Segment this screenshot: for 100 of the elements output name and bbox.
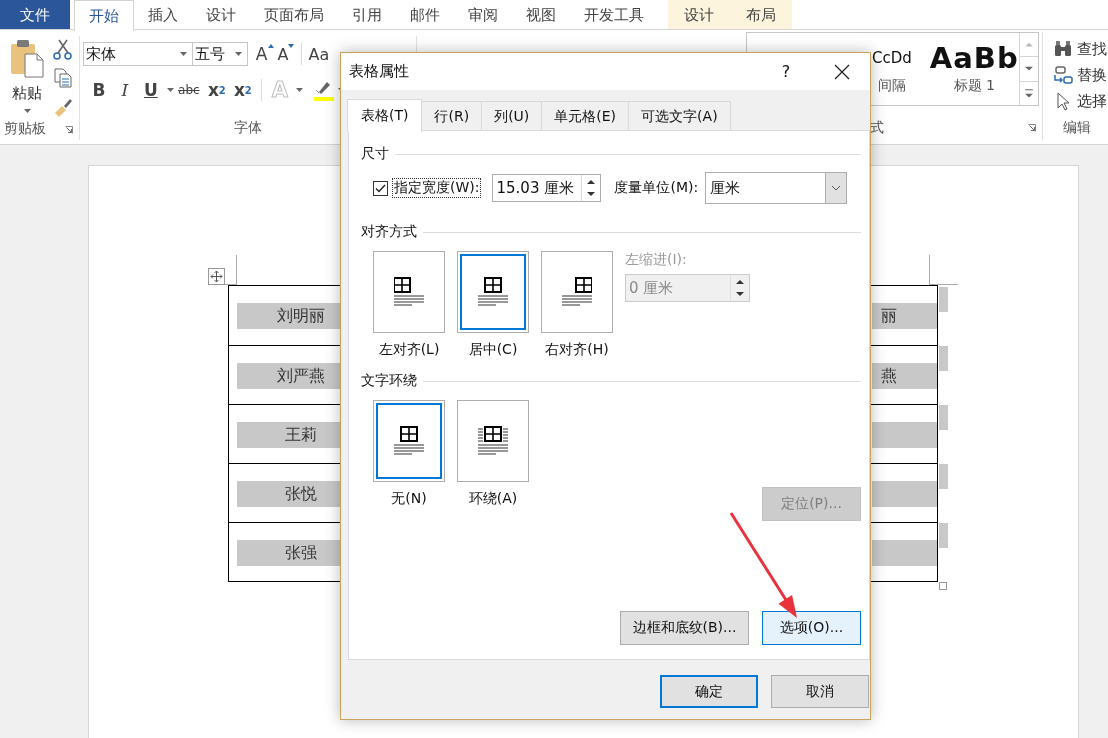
close-icon [834, 63, 850, 80]
row-end-mark [939, 464, 948, 489]
style-name: 间隔 [877, 77, 906, 95]
ribbon-tab[interactable]: 引用 [338, 0, 396, 29]
section-heading: 尺寸 [361, 145, 389, 163]
cancel-button[interactable]: 取消 [771, 675, 869, 708]
font-name-value: 宋体 [85, 44, 116, 64]
ribbon-tab[interactable]: 开始 [74, 0, 134, 31]
check-icon [375, 183, 386, 193]
launcher-icon[interactable] [1028, 124, 1037, 132]
highlight-bar [872, 540, 937, 566]
italic-button[interactable]: I [111, 78, 138, 102]
shrink-font-button[interactable]: A [275, 42, 297, 66]
highlighted-text: 燕 [872, 363, 937, 389]
group-label: 字体 [234, 119, 263, 137]
down-triangle-icon [288, 44, 295, 48]
ribbon-tab[interactable]: 邮件 [396, 0, 454, 29]
width-field[interactable]: 15.03 厘米 [492, 174, 602, 202]
highlighted-text: 丽 [872, 303, 937, 329]
option-tile[interactable] [457, 251, 529, 333]
dialog-tab[interactable]: 表格(T) [347, 99, 423, 132]
editing-button[interactable]: 替换 [1053, 64, 1108, 86]
option-label: 左对齐(L) [378, 341, 440, 359]
help-button[interactable]: ? [776, 62, 796, 81]
ribbon-tab[interactable]: 开发工具 [570, 0, 658, 29]
group-label: 式 [869, 119, 884, 137]
dialog-button[interactable]: 边框和底纹(B)... [620, 611, 749, 645]
strikethrough-button[interactable]: abc [173, 78, 204, 102]
table-layout-icon [478, 277, 508, 307]
field-label: 度量单位(M): [614, 179, 699, 197]
resize-handle-icon[interactable] [939, 582, 947, 590]
clipboard-icon [10, 38, 44, 78]
option-tile[interactable] [373, 251, 445, 333]
ok-button[interactable]: 确定 [660, 675, 758, 708]
script-button[interactable]: x$^{2}$ [229, 78, 256, 102]
unit-dropdown[interactable]: 厘米 [705, 172, 848, 204]
row-end-mark [939, 523, 948, 548]
highlighted-text: 张悦 [237, 481, 340, 507]
grow-font-label: A [255, 44, 268, 64]
section-heading: 对齐方式 [361, 223, 417, 241]
style-preview[interactable]: CcDd [871, 41, 912, 75]
font-name-field[interactable]: 宋体 [82, 42, 193, 66]
ribbon-tab[interactable]: 页面布局 [250, 0, 338, 29]
highlighted-text: 王莉 [237, 422, 340, 448]
crop-mark [929, 255, 958, 285]
font-size-field[interactable]: 五号 [191, 42, 248, 66]
table-layout-icon [394, 426, 424, 456]
launcher-icon[interactable] [64, 126, 73, 134]
option-label: 环绕(A) [468, 490, 518, 508]
dialog-title: 表格属性 [349, 62, 409, 81]
up-triangle-icon [267, 44, 274, 48]
table-layout-icon [562, 277, 592, 307]
ribbon-tab[interactable]: 视图 [512, 0, 570, 29]
dialog-button[interactable]: 选项(O)... [762, 611, 861, 645]
option-tile[interactable] [457, 400, 529, 482]
editing-button[interactable]: 查找 [1053, 38, 1108, 60]
highlight-bar [872, 422, 937, 448]
underline-button[interactable]: U [137, 78, 164, 102]
ribbon-tab[interactable]: 设计 [192, 0, 250, 29]
group-label: 编辑 [1063, 119, 1092, 137]
field-label: 左缩进(I): [625, 251, 688, 269]
option-tile[interactable] [373, 400, 445, 482]
row-end-mark [939, 287, 948, 312]
ribbon-tab[interactable]: 审阅 [454, 0, 512, 29]
table-layout-icon [394, 277, 424, 307]
bold-button[interactable]: B [85, 78, 112, 102]
highlight-bar [872, 481, 937, 507]
group-label: 剪贴板 [4, 120, 46, 138]
checkbox-label[interactable]: 指定宽度(W): [393, 179, 481, 197]
shrink-font-label: A [277, 44, 289, 64]
binoculars-icon [1053, 40, 1074, 58]
move-handle-icon[interactable] [208, 268, 225, 285]
scissors-icon[interactable] [52, 38, 74, 60]
style-name: 标题 1 [953, 77, 995, 95]
ribbon-tab[interactable]: 布局 [730, 0, 792, 29]
paste-button[interactable]: 粘贴 [2, 36, 52, 118]
highlighted-text: 刘明丽 [237, 303, 340, 329]
grow-font-button[interactable]: A [253, 42, 276, 66]
section-heading: 文字环绕 [361, 372, 417, 390]
row-end-mark [939, 346, 948, 371]
style-preview[interactable]: AaBb [929, 41, 1019, 75]
file-tab[interactable]: 文件 [0, 0, 70, 29]
wrap-around-icon [478, 426, 508, 456]
change-case-button[interactable]: Aa [307, 42, 331, 66]
highlighted-text: 刘严燕 [237, 363, 340, 389]
option-label: 右对齐(H) [545, 341, 609, 359]
dialog-tab[interactable]: 可选文字(A) [628, 101, 731, 131]
ribbon-tab[interactable]: 插入 [134, 0, 192, 29]
editing-button[interactable]: 选择 [1053, 90, 1108, 112]
chevron-down-icon [831, 185, 842, 191]
highlighted-text: 张强 [237, 540, 340, 566]
copy-icon[interactable] [52, 67, 74, 89]
option-label: 居中(C) [468, 341, 518, 359]
font-size-value: 五号 [194, 44, 225, 64]
ribbon-tab[interactable]: 设计 [668, 0, 730, 29]
checkbox[interactable] [373, 180, 388, 196]
replace-icon [1053, 65, 1074, 85]
row-end-mark [939, 405, 948, 430]
option-tile[interactable] [541, 251, 613, 333]
option-label: 无(N) [391, 490, 427, 508]
